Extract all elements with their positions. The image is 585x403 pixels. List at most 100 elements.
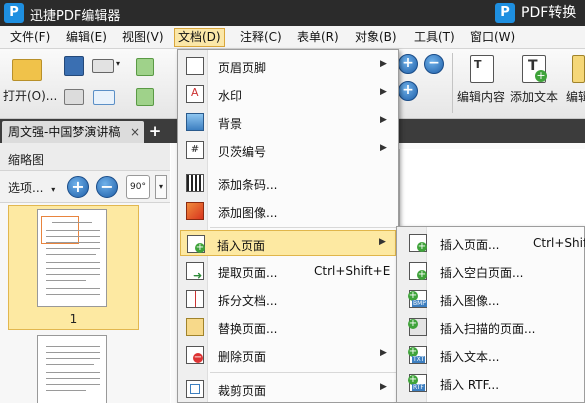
scan-button[interactable]: ▾ <box>90 55 122 77</box>
menu-item-extract-page[interactable]: ➜ 提取页面... Ctrl+Shift+E <box>180 258 396 284</box>
menu-item-add-barcode[interactable]: 添加条码... <box>180 170 396 196</box>
menu-item-insert-page[interactable]: + 插入页面 ▶ <box>180 230 396 256</box>
options-dropdown[interactable]: 选项... ▾ <box>8 179 55 196</box>
insert-text-icon: + TXT <box>408 346 427 364</box>
menu-item-watermark[interactable]: A 水印 ▶ <box>180 81 396 107</box>
crop-page-icon <box>186 380 204 398</box>
edit-partial-label: 编辑 <box>566 90 585 104</box>
edit-content-label: 编辑内容 <box>457 90 506 104</box>
background-icon <box>186 113 204 131</box>
menu-item-split-document[interactable]: 拆分文档... <box>180 286 396 312</box>
insert-page-submenu: + 插入页面... Ctrl+Shift + 插入空白页面... + BMP 插… <box>396 226 585 403</box>
menu-item-header-footer[interactable]: 页眉页脚 ▶ <box>180 53 396 79</box>
pdf-convert-label: PDF转换 <box>521 5 577 21</box>
insert-scanned-page-icon: + <box>408 318 427 336</box>
menu-item-label: 背景 <box>218 117 243 131</box>
undo-icon <box>136 58 154 76</box>
submenu-arrow-icon: ▶ <box>380 348 387 358</box>
menu-item-label: 水印 <box>218 89 243 103</box>
submenu-item-insert-rtf[interactable]: + RTF 插入 RTF... <box>399 370 585 396</box>
thumbnail-page-2[interactable] <box>37 335 107 403</box>
bmp-badge: BMP <box>412 300 427 307</box>
edit-content-button[interactable]: T 编辑内容 <box>456 51 508 115</box>
submenu-arrow-icon: ▶ <box>379 237 386 247</box>
document-tab[interactable]: 周文强-中国梦演讲稿 × <box>2 121 144 143</box>
thumbnail-zoom-in-icon[interactable]: + <box>67 176 89 198</box>
menu-object[interactable]: 对象(B) <box>352 28 400 47</box>
printer-icon <box>64 89 84 105</box>
insert-blank-page-icon: + <box>409 262 427 280</box>
scan-dropdown-icon: ▾ <box>116 59 121 68</box>
menu-form[interactable]: 表单(R) <box>294 28 342 47</box>
menu-document[interactable]: 文档(D) <box>174 28 225 47</box>
menu-comment[interactable]: 注释(C) <box>237 28 285 47</box>
menu-item-label: 插入页面 <box>217 239 266 253</box>
edit-partial-button[interactable]: 编辑 <box>566 51 585 115</box>
insert-page-icon: + <box>409 234 427 252</box>
panel-title: 缩略图 <box>8 153 45 167</box>
document-menu: 页眉页脚 ▶ A 水印 ▶ 背景 ▶ # 贝茨编号 ▶ 添加条码... 添加图像… <box>177 49 399 403</box>
menu-separator <box>210 227 396 228</box>
zoom-fit-button[interactable]: + <box>398 81 420 103</box>
menu-item-shortcut: Ctrl+Shift+E <box>314 264 391 278</box>
save-button[interactable] <box>62 55 86 77</box>
close-icon[interactable]: × <box>130 121 144 143</box>
menu-tools[interactable]: 工具(T) <box>411 28 458 47</box>
insert-page-icon: + <box>187 235 205 253</box>
submenu-item-insert-image[interactable]: + BMP 插入图像... <box>399 286 585 312</box>
submenu-item-label: 插入文本... <box>440 350 500 364</box>
open-label: 打开(O)... <box>3 89 58 103</box>
email-button[interactable] <box>92 85 116 109</box>
submenu-item-label: 插入图像... <box>440 294 500 308</box>
menu-item-label: 添加条码... <box>218 178 278 192</box>
menu-file[interactable]: 文件(F) <box>7 28 53 47</box>
thumbnail-zoom-out-icon[interactable]: − <box>96 176 118 198</box>
menu-view[interactable]: 视图(V) <box>119 28 167 47</box>
title-bar: P 迅捷PDF编辑器 P PDF转换 <box>0 0 585 26</box>
undo-button[interactable] <box>134 55 158 79</box>
menu-item-label: 提取页面... <box>218 266 278 280</box>
new-tab-button[interactable]: + <box>148 123 162 139</box>
submenu-arrow-icon: ▶ <box>380 143 387 153</box>
edit-object-icon <box>572 55 585 83</box>
menu-item-bates-number[interactable]: # 贝茨编号 ▶ <box>180 137 396 163</box>
zoom-in-icon: + <box>398 54 418 74</box>
add-text-button[interactable]: T + 添加文本 <box>510 51 562 115</box>
submenu-item-insert-blank-page[interactable]: + 插入空白页面... <box>399 258 585 284</box>
menu-item-add-image[interactable]: 添加图像... <box>180 198 396 224</box>
pdf-convert-button[interactable]: P PDF转换 <box>495 2 576 24</box>
submenu-item-insert-scanned-page[interactable]: + 插入扫描的页面... <box>399 314 585 340</box>
redo-button[interactable] <box>134 85 158 109</box>
menu-item-label: 拆分文档... <box>218 294 278 308</box>
open-button[interactable]: 打开(O)... <box>2 53 58 115</box>
menu-item-crop-page[interactable]: 裁剪页面 ▶ <box>180 376 396 402</box>
menu-item-background[interactable]: 背景 ▶ <box>180 109 396 135</box>
replace-page-icon <box>186 318 204 336</box>
app-logo-icon: P <box>4 3 24 23</box>
menu-item-label: 裁剪页面 <box>218 384 267 398</box>
submenu-item-label: 插入扫描的页面... <box>440 322 536 336</box>
redo-icon <box>136 88 154 106</box>
menu-item-replace-page[interactable]: 替换页面... <box>180 314 396 340</box>
add-text-icon: T + <box>522 55 547 83</box>
zoom-out-button[interactable]: − <box>424 54 446 76</box>
insert-image-bmp-icon: + BMP <box>408 290 427 308</box>
document-tab-title: 周文强-中国梦演讲稿 <box>8 125 121 139</box>
submenu-item-insert-page[interactable]: + 插入页面... Ctrl+Shift <box>399 230 585 256</box>
pdf-convert-logo-icon: P <box>495 3 515 23</box>
add-image-icon <box>186 202 204 220</box>
menu-edit[interactable]: 编辑(E) <box>63 28 110 47</box>
submenu-item-insert-text[interactable]: + TXT 插入文本... <box>399 342 585 368</box>
rotate-button[interactable]: 90° <box>126 175 150 199</box>
options-label: 选项... <box>8 181 44 195</box>
watermark-icon: A <box>186 85 204 103</box>
folder-icon <box>12 59 42 81</box>
menu-item-delete-page[interactable]: − 删除页面 ▶ <box>180 342 396 368</box>
extract-page-icon: ➜ <box>186 262 204 282</box>
rotate-dropdown-icon[interactable]: ▾ <box>155 175 167 199</box>
thumbnail-page-1[interactable]: 1 <box>8 205 139 330</box>
print-button[interactable] <box>62 85 86 109</box>
menu-window[interactable]: 窗口(W) <box>467 28 518 47</box>
zoom-in-button[interactable]: + <box>398 54 420 76</box>
menu-item-label: 替换页面... <box>218 322 278 336</box>
